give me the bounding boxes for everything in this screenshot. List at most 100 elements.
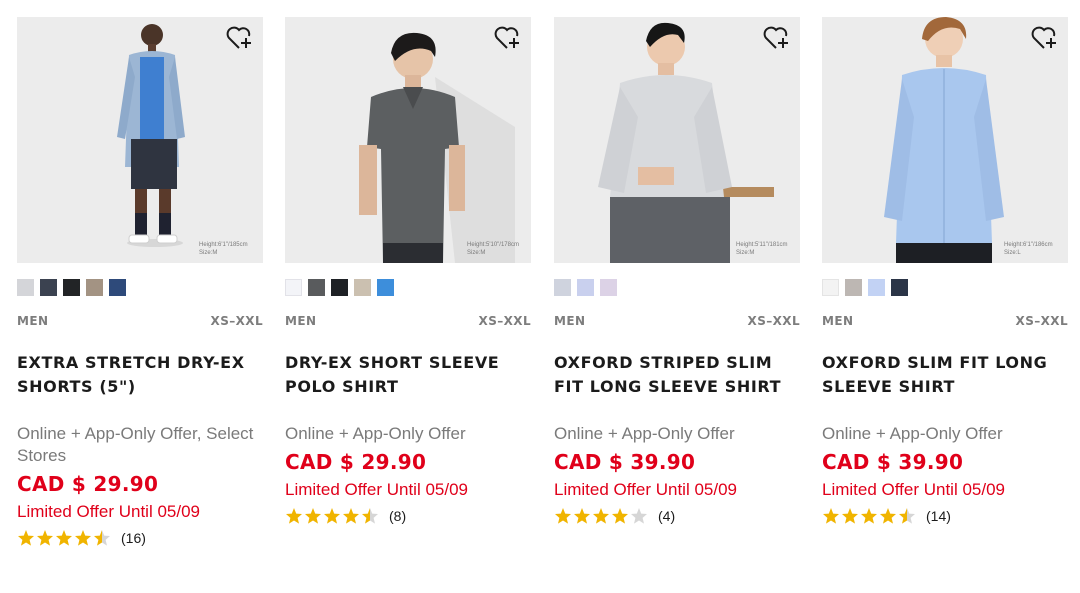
star-icon [612,508,628,524]
star-icon [56,530,72,546]
star-icon [305,508,321,524]
color-swatch[interactable] [109,279,126,296]
offer-text: Online + App-Only Offer [554,424,735,443]
color-swatch[interactable] [86,279,103,296]
color-swatch[interactable] [600,279,617,296]
color-swatch[interactable] [285,279,302,296]
rating: (8) [285,505,531,527]
product-image[interactable]: Height:5'11"/181cm Size:M [554,17,800,263]
color-swatch[interactable] [63,279,80,296]
product-price: CAD $ 39.90 [554,450,696,474]
color-swatch[interactable] [377,279,394,296]
product-name[interactable]: DRY-EX SHORT SLEEVE POLO SHIRT [285,351,525,423]
star-icon [75,530,91,546]
star-icon [861,508,877,524]
favorite-button[interactable] [493,25,523,55]
star-icon [37,530,53,546]
heart-plus-icon [1031,25,1059,56]
product-image[interactable]: Height:5'10"/178cm Size:M [285,17,531,263]
model-info: Height:6'1"/185cm Size:M [199,242,248,256]
product-image[interactable]: Height:6'1"/186cm Size:L [822,17,1068,263]
product-sizes: XS–XXL [1015,314,1068,328]
product-meta: MEN XS–XXL [285,314,531,329]
product-meta: MEN XS–XXL [554,314,800,329]
product-image[interactable]: Height:6'1"/185cm Size:M [17,17,263,263]
color-swatch[interactable] [554,279,571,296]
heart-plus-icon [494,25,522,56]
product-sizes: XS–XXL [210,314,263,328]
favorite-button[interactable] [1030,25,1060,55]
product-sizes: XS–XXL [478,314,531,328]
product-price: CAD $ 39.90 [822,450,964,474]
review-count: (4) [658,508,676,524]
product-category: MEN [17,314,49,328]
star-icon [880,508,896,524]
offer-text: Online + App-Only Offer [285,424,466,443]
offer-text: Online + App-Only Offer, Select Stores [17,424,254,465]
color-swatch[interactable] [40,279,57,296]
star-icon [574,508,590,524]
offer-text: Online + App-Only Offer [822,424,1003,443]
color-swatch[interactable] [331,279,348,296]
color-swatches [822,279,1068,296]
model-info: Height:5'11"/181cm Size:M [736,242,788,256]
limited-offer: Limited Offer Until 05/09 [822,480,1005,499]
color-swatches [554,279,800,296]
model-info: Height:5'10"/178cm Size:M [467,242,519,256]
product-name[interactable]: OXFORD SLIM FIT LONG SLEEVE SHIRT [822,351,1062,423]
product-price: CAD $ 29.90 [285,450,427,474]
star-icon [555,508,571,524]
product-grid: Height:6'1"/185cm Size:M MEN XS–XXL EXTR… [0,0,1080,593]
review-count: (14) [926,508,951,524]
heart-plus-icon [763,25,791,56]
star-icon [343,508,359,524]
star-icon [362,508,378,524]
rating: (14) [822,505,1068,527]
review-count: (16) [121,530,146,546]
review-count: (8) [389,508,407,524]
color-swatches [285,279,531,296]
color-swatch[interactable] [868,279,885,296]
heart-plus-icon [226,25,254,56]
product-category: MEN [285,314,317,328]
product-category: MEN [822,314,854,328]
star-icon [286,508,302,524]
product-card[interactable]: Height:6'1"/185cm Size:M MEN XS–XXL EXTR… [17,17,263,549]
color-swatches [17,279,263,296]
favorite-button[interactable] [762,25,792,55]
color-swatch[interactable] [891,279,908,296]
color-swatch[interactable] [308,279,325,296]
product-meta: MEN XS–XXL [822,314,1068,329]
limited-offer: Limited Offer Until 05/09 [285,480,468,499]
star-icon [18,530,34,546]
color-swatch[interactable] [845,279,862,296]
star-icon [842,508,858,524]
limited-offer: Limited Offer Until 05/09 [554,480,737,499]
product-meta: MEN XS–XXL [17,314,263,329]
product-price: CAD $ 29.90 [17,472,159,496]
product-card[interactable]: Height:5'10"/178cm Size:M MEN XS–XXL DRY… [285,17,531,527]
star-rating [554,507,648,525]
star-rating [17,529,111,547]
product-sizes: XS–XXL [747,314,800,328]
color-swatch[interactable] [17,279,34,296]
product-card[interactable]: Height:5'11"/181cm Size:M MEN XS–XXL OXF… [554,17,800,527]
product-card[interactable]: Height:6'1"/186cm Size:L MEN XS–XXL OXFO… [822,17,1068,527]
star-rating [285,507,379,525]
product-name[interactable]: EXTRA STRETCH DRY-EX SHORTS (5") [17,351,257,423]
star-icon [593,508,609,524]
favorite-button[interactable] [225,25,255,55]
color-swatch[interactable] [354,279,371,296]
color-swatch[interactable] [577,279,594,296]
color-swatch[interactable] [822,279,839,296]
star-icon [631,508,647,524]
star-icon [823,508,839,524]
star-rating [822,507,916,525]
rating: (16) [17,527,263,549]
star-icon [324,508,340,524]
star-icon [94,530,110,546]
product-name[interactable]: OXFORD STRIPED SLIM FIT LONG SLEEVE SHIR… [554,351,794,423]
rating: (4) [554,505,800,527]
product-category: MEN [554,314,586,328]
limited-offer: Limited Offer Until 05/09 [17,502,200,521]
